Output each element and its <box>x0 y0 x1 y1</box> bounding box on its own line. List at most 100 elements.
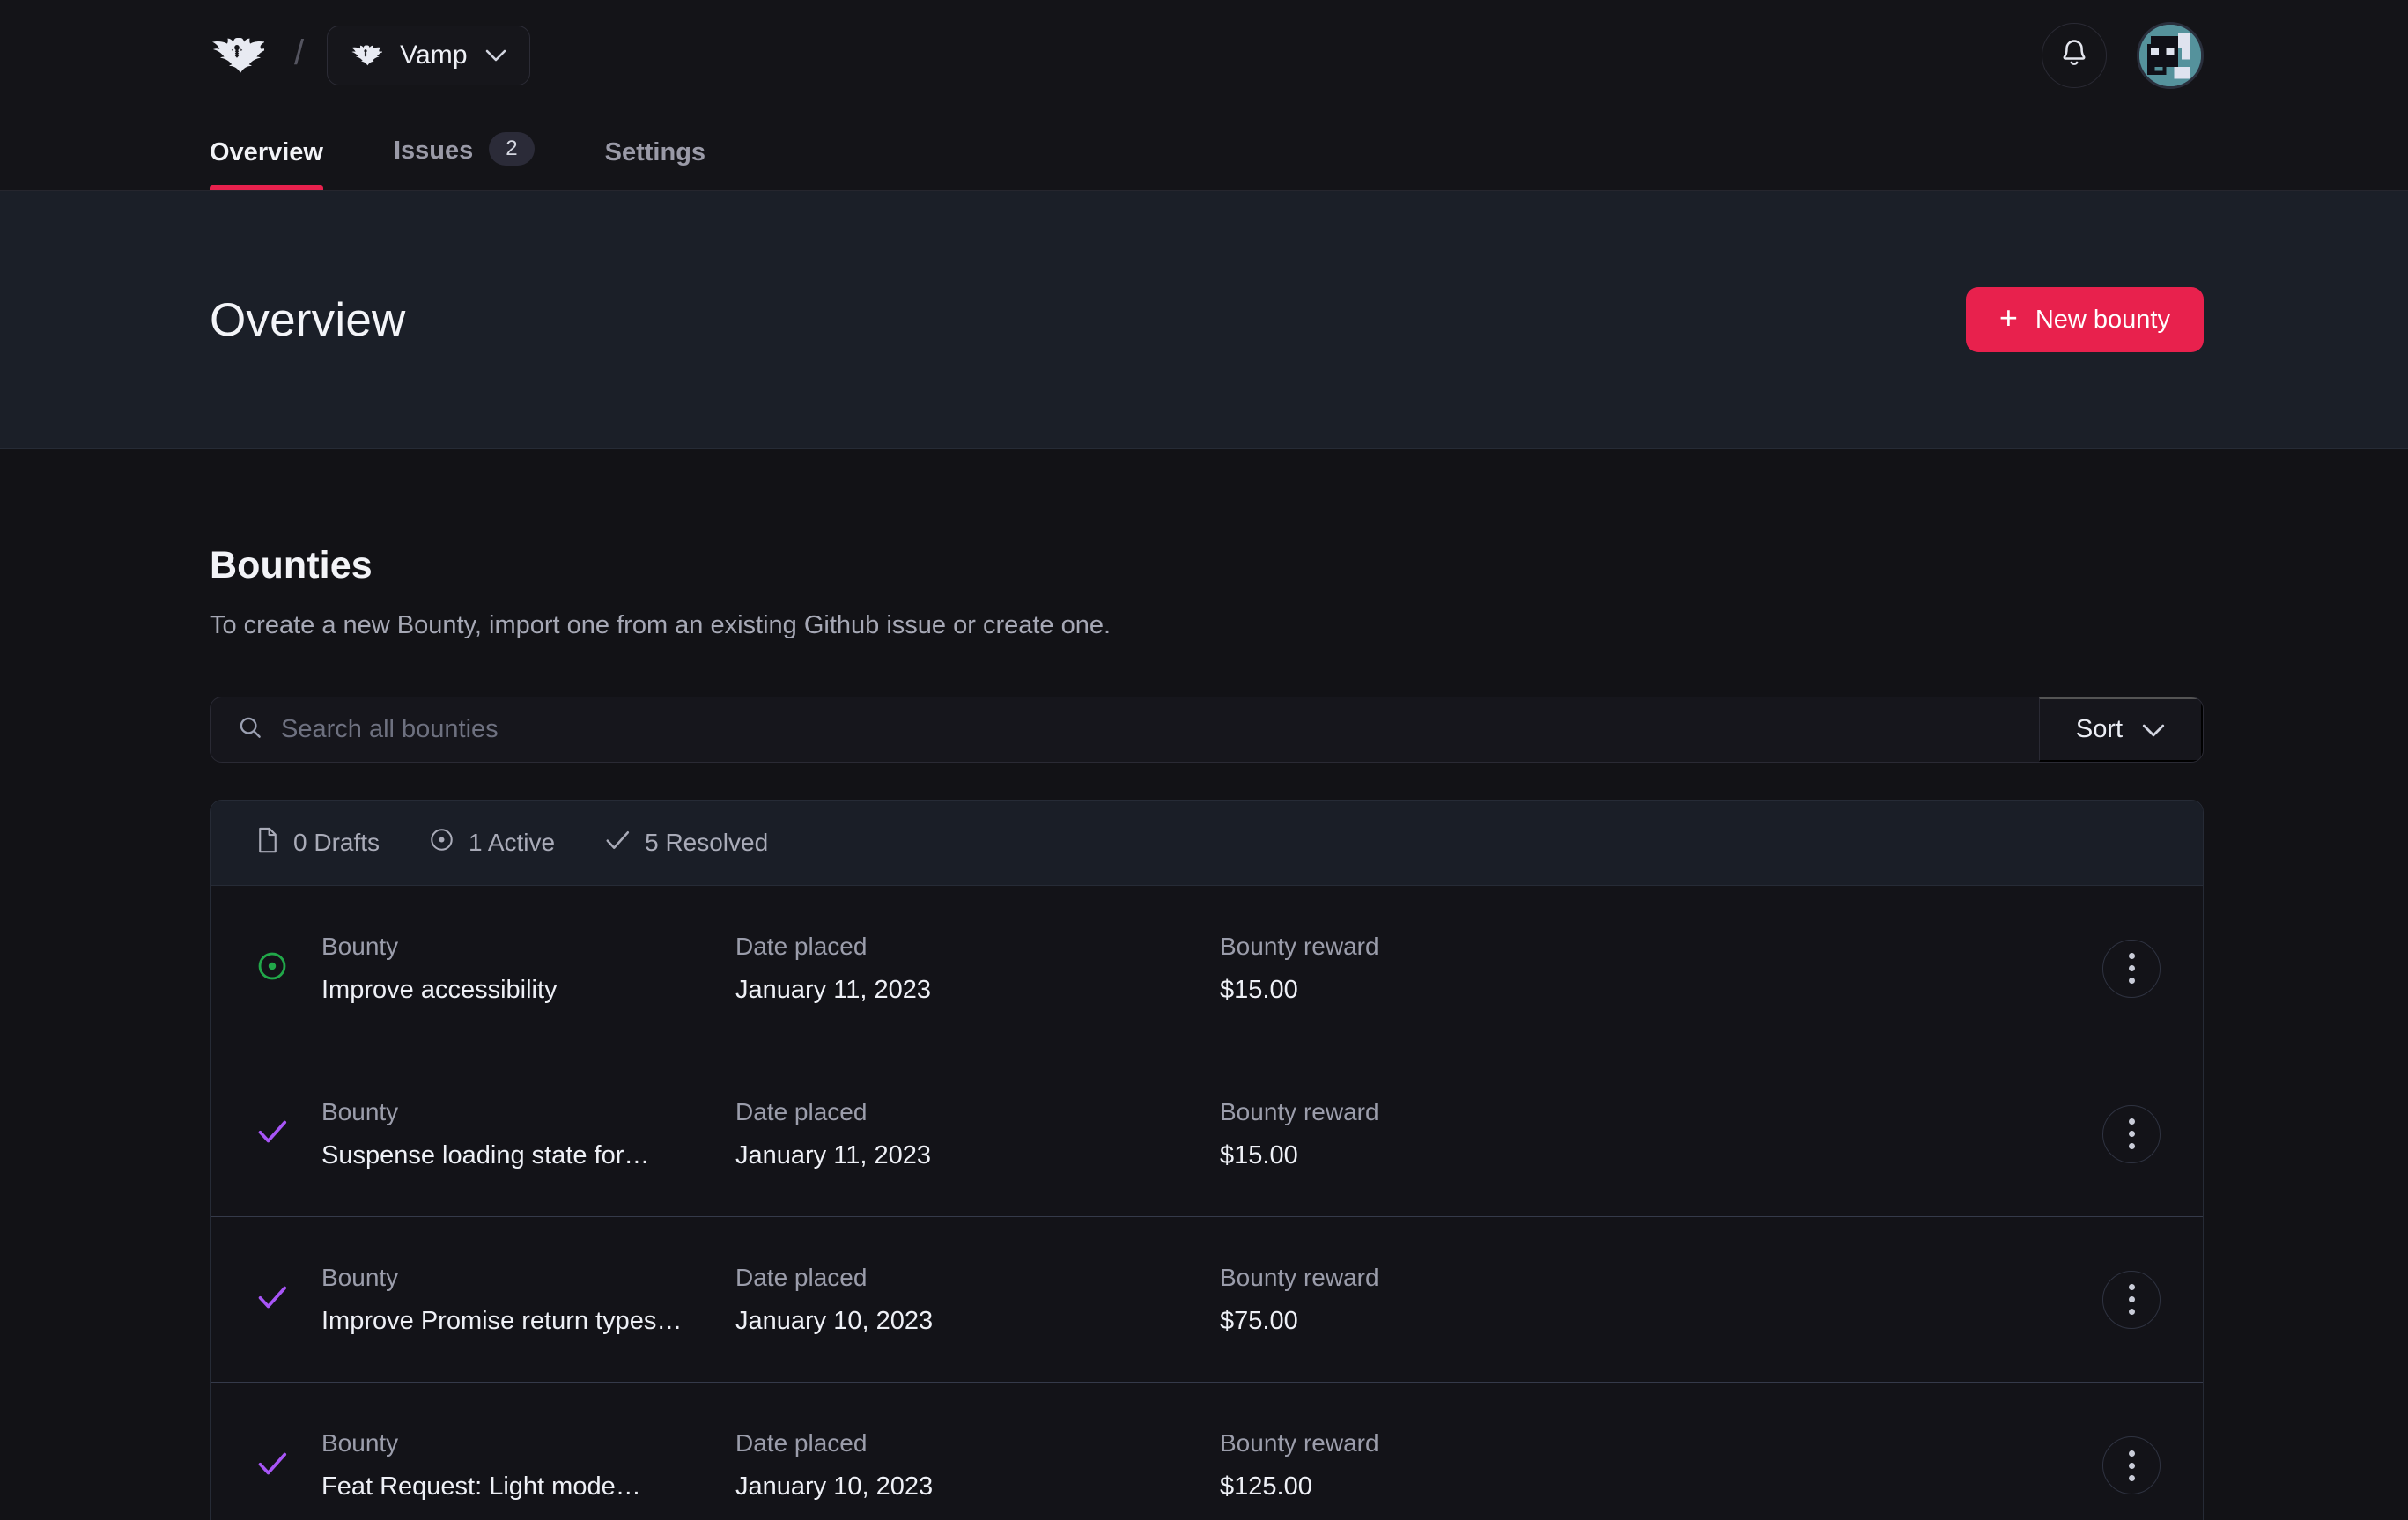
bounty-title: Suspense loading state for… <box>321 1140 650 1170</box>
column-label-reward: Bounty reward <box>1220 932 1379 960</box>
bounty-cell: Bounty Improve Promise return types… <box>321 1264 735 1336</box>
bounty-date: January 11, 2023 <box>735 1140 931 1170</box>
search-container <box>211 697 2039 762</box>
check-icon <box>604 829 631 858</box>
breadcrumb-separator: / <box>294 33 305 72</box>
table-row[interactable]: Bounty Improve Promise return types… Dat… <box>211 1217 2203 1383</box>
column-label-date: Date placed <box>735 932 868 960</box>
check-icon <box>256 1450 288 1481</box>
page-header: Overview + New bounty <box>0 191 2408 449</box>
tab-issues[interactable]: Issues 2 <box>393 132 535 190</box>
user-avatar[interactable] <box>2137 21 2204 89</box>
bounty-reward: $15.00 <box>1220 975 1298 1004</box>
page-title: Overview <box>210 293 406 346</box>
tab-settings-label: Settings <box>604 138 706 166</box>
row-menu-button[interactable] <box>2102 1270 2161 1329</box>
status-badge <box>256 1118 321 1149</box>
tab-issues-label: Issues <box>393 136 474 165</box>
main-content: Bounties To create a new Bounty, import … <box>0 544 2408 1520</box>
top-bar-actions <box>2042 21 2204 89</box>
bounty-cell: Bounty Suspense loading state for… <box>321 1098 735 1170</box>
bounty-status-filters: 0 Drafts 1 Active 5 Resolved <box>211 801 2203 886</box>
filter-drafts-label: 0 Drafts <box>293 829 380 856</box>
tab-bar: Overview Issues 2 Settings <box>0 110 2408 190</box>
bounty-title: Feat Request: Light mode… <box>321 1472 641 1501</box>
column-label-bounty: Bounty <box>321 932 399 960</box>
tab-overview-label: Overview <box>210 138 323 166</box>
search-and-sort-bar: Sort <box>210 697 2204 763</box>
filter-active[interactable]: 1 Active <box>429 827 555 859</box>
tab-settings[interactable]: Settings <box>605 138 705 190</box>
new-bounty-button[interactable]: + New bounty <box>1965 287 2204 352</box>
more-vertical-icon-dot <box>2128 1118 2135 1125</box>
filter-resolved-label: 5 Resolved <box>645 829 769 856</box>
bounties-description: To create a new Bounty, import one from … <box>210 611 1112 639</box>
notifications-button[interactable] <box>2042 22 2107 88</box>
check-icon <box>256 1118 288 1149</box>
column-label-date: Date placed <box>735 1097 868 1125</box>
column-label-reward: Bounty reward <box>1220 1097 1379 1125</box>
sort-button[interactable]: Sort <box>2039 697 2203 762</box>
table-row[interactable]: Bounty Feat Request: Light mode… Date pl… <box>211 1383 2203 1520</box>
reward-cell: Bounty reward $125.00 <box>1220 1429 2102 1502</box>
tab-overview[interactable]: Overview <box>210 138 323 190</box>
bounty-cell: Bounty Feat Request: Light mode… <box>321 1429 735 1502</box>
reward-cell: Bounty reward $15.00 <box>1220 933 2102 1005</box>
reward-cell: Bounty reward $75.00 <box>1220 1264 2102 1336</box>
bounty-date: January 10, 2023 <box>735 1472 934 1501</box>
more-vertical-icon-dot <box>2128 1284 2135 1290</box>
date-cell: Date placed January 11, 2023 <box>735 1098 1220 1170</box>
filter-active-label: 1 Active <box>469 829 556 856</box>
top-navigation: / Vamp Overview Issues 2 Settings <box>0 0 2408 191</box>
search-input[interactable] <box>281 715 2013 744</box>
chevron-down-icon <box>2142 715 2165 744</box>
column-label-bounty: Bounty <box>321 1263 399 1291</box>
row-menu-button[interactable] <box>2102 1104 2161 1163</box>
top-bar: / Vamp <box>0 0 2408 110</box>
bounty-cell: Bounty Improve accessibility <box>321 933 735 1005</box>
date-cell: Date placed January 10, 2023 <box>735 1264 1220 1336</box>
org-switcher[interactable]: Vamp <box>327 25 530 85</box>
bat-logo-icon[interactable] <box>210 33 264 78</box>
more-vertical-icon-dot <box>2128 1462 2135 1469</box>
more-vertical-icon-dot <box>2128 1131 2135 1137</box>
more-vertical-icon-dot <box>2128 978 2135 984</box>
more-vertical-icon-dot <box>2128 1474 2135 1481</box>
bell-icon <box>2059 37 2089 73</box>
circle-dot-icon <box>429 827 454 859</box>
row-menu-button[interactable] <box>2102 939 2161 998</box>
table-row[interactable]: Bounty Improve accessibility Date placed… <box>211 886 2203 1051</box>
org-bat-logo-icon <box>349 42 383 69</box>
bounty-title: Improve Promise return types… <box>321 1306 683 1335</box>
reward-cell: Bounty reward $15.00 <box>1220 1098 2102 1170</box>
date-cell: Date placed January 10, 2023 <box>735 1429 1220 1502</box>
more-vertical-icon-dot <box>2128 965 2135 971</box>
bounty-reward: $75.00 <box>1220 1306 1298 1335</box>
bounties-heading: Bounties <box>210 544 373 587</box>
search-icon <box>237 714 263 745</box>
org-name: Vamp <box>400 40 468 70</box>
more-vertical-icon-dot <box>2128 1143 2135 1149</box>
column-label-reward: Bounty reward <box>1220 1429 1379 1457</box>
row-menu-button[interactable] <box>2102 1436 2161 1494</box>
column-label-date: Date placed <box>735 1429 868 1457</box>
filter-drafts[interactable]: 0 Drafts <box>256 827 380 860</box>
date-cell: Date placed January 11, 2023 <box>735 933 1220 1005</box>
column-label-date: Date placed <box>735 1263 868 1291</box>
filter-resolved[interactable]: 5 Resolved <box>604 829 768 858</box>
column-label-bounty: Bounty <box>321 1429 399 1457</box>
more-vertical-icon-dot <box>2128 1296 2135 1302</box>
chevron-down-icon <box>485 49 506 62</box>
plus-icon: + <box>1998 299 2018 336</box>
more-vertical-icon-dot <box>2128 1309 2135 1315</box>
more-vertical-icon-dot <box>2128 953 2135 959</box>
document-icon <box>256 827 279 860</box>
bounty-date: January 11, 2023 <box>735 975 931 1004</box>
bounties-list-card: 0 Drafts 1 Active 5 Resolved Bounty Impr… <box>210 800 2204 1520</box>
new-bounty-label: New bounty <box>2035 305 2170 334</box>
table-row[interactable]: Bounty Suspense loading state for… Date … <box>211 1051 2203 1217</box>
status-badge <box>256 950 321 986</box>
bounty-reward: $15.00 <box>1220 1140 1298 1170</box>
bounty-date: January 10, 2023 <box>735 1306 934 1335</box>
status-badge <box>256 1450 321 1481</box>
